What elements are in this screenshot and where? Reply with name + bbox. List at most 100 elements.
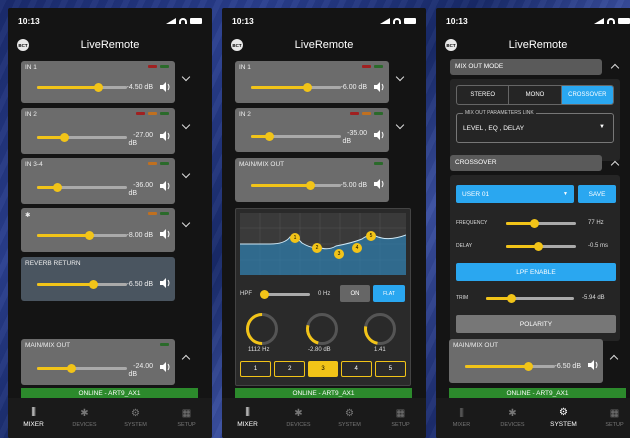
fader[interactable]	[251, 83, 341, 92]
speaker-icon[interactable]	[373, 179, 385, 189]
frequency-slider[interactable]	[506, 219, 576, 228]
user-preset-value: USER 01	[462, 190, 490, 198]
band-button-active[interactable]: 3	[308, 361, 338, 377]
tab-devices[interactable]: ✱ DEVICES	[59, 398, 110, 438]
logo-icon: BCT	[445, 39, 457, 51]
eq-point[interactable]: 4	[352, 243, 362, 253]
fader-value: -8.00 dB	[126, 232, 153, 239]
fader[interactable]	[465, 362, 555, 371]
tab-setup[interactable]: ▦ SETUP	[589, 398, 630, 438]
bluetooth-icon: ✱	[80, 407, 89, 419]
band-button[interactable]: 1	[240, 361, 272, 377]
tab-system[interactable]: ⚙ SYSTEM	[110, 398, 161, 438]
chevron-up-icon[interactable]	[609, 354, 619, 364]
flat-button[interactable]: FLAT	[373, 285, 405, 302]
mode-mono[interactable]: MONO	[509, 86, 562, 104]
eq-point[interactable]: 1	[290, 233, 300, 243]
fader[interactable]	[37, 364, 127, 373]
fader[interactable]	[251, 132, 341, 141]
tab-mixer[interactable]: ⫼ MIXER	[436, 398, 487, 438]
speaker-icon[interactable]	[373, 82, 385, 92]
gear-icon: ⚙	[131, 407, 140, 419]
tab-mixer[interactable]: ⫼ MIXER	[8, 398, 59, 438]
fader[interactable]	[37, 280, 127, 289]
mode-crossover[interactable]: CROSSOVER	[561, 86, 613, 104]
band-button[interactable]: 4	[340, 361, 372, 377]
tab-mixer[interactable]: ⫼ MIXER	[222, 398, 273, 438]
mode-stereo[interactable]: STEREO	[457, 86, 510, 104]
eq-point[interactable]: 3	[334, 249, 344, 259]
signal-icon	[166, 18, 176, 24]
mixer-icon: ⫼	[31, 407, 36, 418]
chevron-down-icon[interactable]	[181, 218, 191, 228]
tab-setup[interactable]: ▦ SETUP	[161, 398, 212, 438]
fader[interactable]	[37, 83, 127, 92]
channel-name: REVERB RETURN	[25, 260, 81, 267]
speaker-icon[interactable]	[159, 229, 171, 239]
eq-panel: 1 2 3 4 5 HPF 0 Hz ON FLAT 1112 Hz -2.80…	[235, 208, 411, 386]
chevron-down-icon[interactable]	[395, 72, 405, 82]
band-button[interactable]: 2	[274, 361, 306, 377]
fader[interactable]	[251, 181, 341, 190]
status-bar: 10:13	[222, 8, 426, 34]
channel-strip-reverb-return: REVERB RETURN -6.50 dB	[21, 257, 175, 301]
speaker-icon[interactable]	[159, 181, 171, 191]
hpf-slider[interactable]	[259, 290, 310, 299]
fader-value: -27.00	[133, 132, 153, 139]
chevron-up-icon[interactable]	[610, 63, 620, 73]
tab-system[interactable]: ⚙ SYSTEM	[538, 398, 589, 438]
chevron-down-icon[interactable]	[181, 72, 191, 82]
speaker-icon[interactable]	[159, 362, 171, 372]
channel-strip-main-mix-out: MAIN/MIX OUT -6.50 dB	[449, 339, 603, 383]
eq-point[interactable]: 5	[366, 231, 376, 241]
eq-graph[interactable]	[240, 213, 406, 275]
tab-devices[interactable]: ✱ DEVICES	[273, 398, 324, 438]
tab-devices[interactable]: ✱ DEVICES	[487, 398, 538, 438]
eq-point[interactable]: 2	[312, 243, 322, 253]
gain-knob-arc	[300, 307, 344, 351]
lpf-enable-button[interactable]: LPF ENABLE	[456, 263, 616, 281]
fader[interactable]	[37, 183, 127, 192]
chevron-down-icon[interactable]	[395, 120, 405, 130]
save-button[interactable]: SAVE	[578, 185, 616, 203]
gear-icon: ⚙	[345, 407, 354, 419]
tab-label: MIXER	[237, 421, 258, 428]
delay-slider[interactable]	[506, 242, 576, 251]
user-preset-select[interactable]: USER 01 ▼	[456, 185, 574, 203]
band-button[interactable]: 5	[374, 361, 407, 377]
mode-segmented-control: STEREO MONO CROSSOVER	[456, 85, 614, 105]
chevron-down-icon[interactable]	[181, 120, 191, 130]
channel-name: MAIN/MIX OUT	[239, 161, 285, 168]
fader[interactable]	[37, 231, 127, 240]
on-button[interactable]: ON	[340, 285, 370, 302]
link-select[interactable]: MIX OUT PARAMETERS LINK LEVEL , EQ , DEL…	[456, 110, 614, 143]
fader-value: -6.00 dB	[340, 84, 367, 91]
dropdown-arrow-icon: ▼	[599, 124, 605, 130]
frequency-value: 1112 Hz	[248, 347, 270, 353]
tab-label: DEVICES	[500, 421, 525, 428]
speaker-icon[interactable]	[587, 360, 599, 370]
trim-slider[interactable]	[486, 294, 574, 303]
app-header: BCT LiveRemote	[436, 34, 630, 56]
fader[interactable]	[37, 133, 127, 142]
chevron-up-icon[interactable]	[610, 160, 620, 170]
chevron-up-icon[interactable]	[181, 354, 191, 364]
chevron-down-icon[interactable]	[181, 169, 191, 179]
tab-system[interactable]: ⚙ SYSTEM	[324, 398, 375, 438]
fader-unit: dB	[342, 138, 351, 145]
channel-strip-bluetooth: ✱ -8.00 dB	[21, 208, 175, 252]
speaker-icon[interactable]	[159, 131, 171, 141]
wifi-icon	[607, 18, 615, 24]
speaker-icon[interactable]	[159, 278, 171, 288]
dropdown-arrow-icon: ▼	[563, 191, 568, 197]
phone-screen-system: 10:13 BCT LiveRemote MIX OUT MODE STEREO…	[436, 8, 630, 438]
link-value: LEVEL , EQ , DELAY	[463, 125, 525, 132]
speaker-icon[interactable]	[373, 130, 385, 140]
channel-name: IN 1	[25, 64, 37, 71]
trim-label: TRIM	[456, 295, 469, 301]
tab-setup[interactable]: ▦ SETUP	[375, 398, 426, 438]
polarity-button[interactable]: POLARITY	[456, 315, 616, 333]
speaker-icon[interactable]	[159, 82, 171, 92]
channel-name: IN 2	[239, 111, 251, 118]
mix-out-mode-header: MIX OUT MODE	[450, 59, 602, 75]
